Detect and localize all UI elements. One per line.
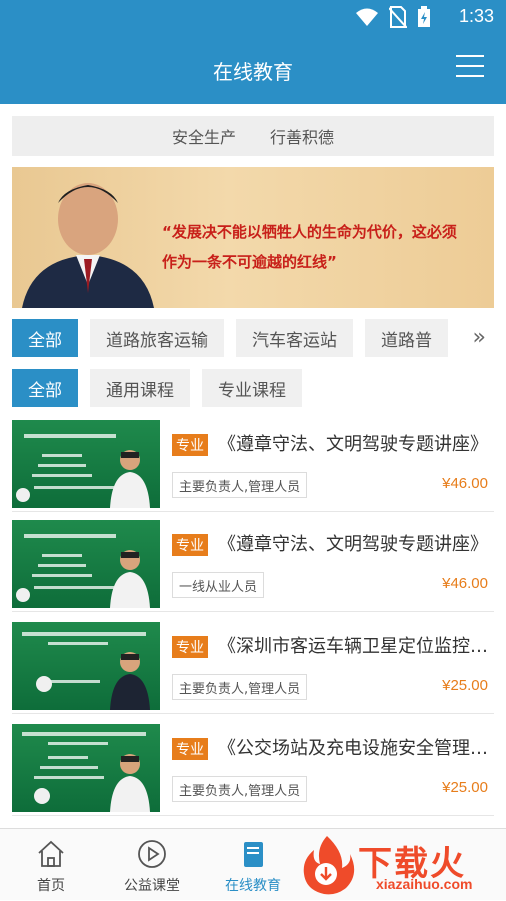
course-title: 《公交场站及充电设施安全管理要点》 bbox=[218, 738, 488, 759]
category-chip-road-general[interactable]: 道路普 bbox=[365, 319, 448, 357]
course-audience: 主要负责人,管理人员 bbox=[172, 776, 308, 802]
tab-public-class-label: 公益课堂 bbox=[124, 878, 180, 894]
course-thumbnail bbox=[12, 420, 160, 508]
course-tag: 专业 bbox=[172, 534, 208, 556]
tab-online-education-label: 在线教育 bbox=[225, 878, 281, 894]
page-title: 在线教育 bbox=[213, 60, 293, 84]
book-icon bbox=[244, 842, 263, 867]
course-tag: 专业 bbox=[172, 636, 208, 658]
category-chip-road-passenger[interactable]: 道路旅客运输 bbox=[90, 319, 224, 357]
course-thumbnail bbox=[12, 520, 160, 608]
course-item[interactable]: 专业 《遵章守法、文明驾驶专题讲座》 一线从业人员 ¥46.00 bbox=[12, 520, 494, 612]
tab-home-label: 首页 bbox=[37, 878, 65, 894]
home-icon bbox=[38, 840, 64, 867]
banner-quote-line2: 作为一条不可逾越的红线” bbox=[162, 253, 337, 271]
wifi-icon bbox=[356, 8, 378, 26]
portrait-image bbox=[22, 183, 154, 308]
banner[interactable]: “发展决不能以牺牲人的生命为代价，这必须 作为一条不可逾越的红线” bbox=[12, 167, 494, 308]
status-bar: 1:33 bbox=[0, 0, 506, 34]
tab-online-education[interactable]: 在线教育 bbox=[203, 829, 303, 901]
course-audience: 主要负责人,管理人员 bbox=[172, 674, 308, 700]
course-thumbnail bbox=[12, 622, 160, 710]
type-filter-bar: 全部 通用课程 专业课程 bbox=[12, 369, 302, 407]
motto-left: 安全生产 bbox=[171, 128, 236, 147]
category-filter-bar: 全部 道路旅客运输 汽车客运站 道路普 bbox=[12, 319, 457, 357]
no-sim-icon bbox=[389, 6, 407, 28]
course-price: ¥25.00 bbox=[442, 677, 488, 694]
watermark-logo: 下载火 xiazaihuo.com bbox=[296, 832, 506, 898]
banner-quote-line1: “发展决不能以牺牲人的生命为代价，这必须 bbox=[162, 223, 457, 241]
course-audience: 主要负责人,管理人员 bbox=[172, 472, 308, 498]
course-price: ¥46.00 bbox=[442, 575, 488, 592]
watermark-url: xiazaihuo.com bbox=[376, 876, 473, 892]
status-time: 1:33 bbox=[458, 6, 494, 26]
tab-public-class[interactable]: 公益课堂 bbox=[102, 829, 202, 901]
flame-icon bbox=[303, 836, 355, 895]
course-item[interactable]: 专业 《遵章守法、文明驾驶专题讲座》 主要负责人,管理人员 ¥46.00 bbox=[12, 420, 494, 512]
category-chip-bus-station[interactable]: 汽车客运站 bbox=[236, 319, 353, 357]
play-circle-icon bbox=[138, 840, 166, 868]
course-thumbnail bbox=[12, 724, 160, 812]
course-item[interactable]: 专业 《深圳市客运车辆卫星定位监控系统》 主要负责人,管理人员 ¥25.00 bbox=[12, 622, 494, 714]
double-chevron-right-icon[interactable]: » bbox=[473, 325, 486, 350]
course-item[interactable]: 专业 《公交场站及充电设施安全管理要点》 主要负责人,管理人员 ¥25.00 bbox=[12, 724, 494, 816]
category-chip-all[interactable]: 全部 bbox=[12, 319, 78, 357]
battery-charging-icon bbox=[418, 6, 430, 27]
course-price: ¥46.00 bbox=[442, 475, 488, 492]
type-chip-general[interactable]: 通用课程 bbox=[90, 369, 190, 407]
type-chip-all[interactable]: 全部 bbox=[12, 369, 78, 407]
menu-icon[interactable] bbox=[456, 53, 484, 79]
banner-quote: “发展决不能以牺牲人的生命为代价，这必须 作为一条不可逾越的红线” bbox=[162, 217, 482, 277]
app-header: 在线教育 bbox=[0, 34, 506, 104]
course-tag: 专业 bbox=[172, 434, 208, 456]
course-price: ¥25.00 bbox=[442, 779, 488, 796]
tab-home[interactable]: 首页 bbox=[1, 829, 101, 901]
course-tag: 专业 bbox=[172, 738, 208, 760]
course-title: 《深圳市客运车辆卫星定位监控系统》 bbox=[218, 636, 488, 657]
course-audience: 一线从业人员 bbox=[172, 572, 265, 598]
course-title: 《遵章守法、文明驾驶专题讲座》 bbox=[218, 534, 488, 555]
motto-bar: 安全生产 行善积德 bbox=[12, 116, 494, 156]
motto-right: 行善积德 bbox=[270, 128, 335, 147]
status-icons bbox=[355, 6, 431, 28]
course-title: 《遵章守法、文明驾驶专题讲座》 bbox=[218, 434, 488, 455]
type-chip-professional[interactable]: 专业课程 bbox=[202, 369, 302, 407]
